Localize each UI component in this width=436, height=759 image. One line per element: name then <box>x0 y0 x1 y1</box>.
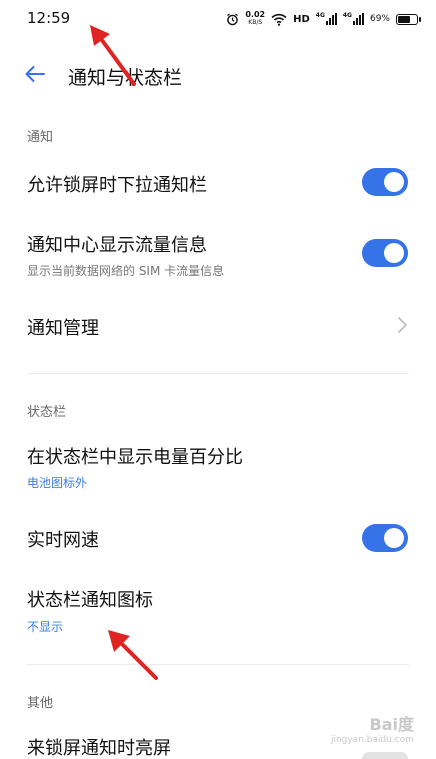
chevron-right-icon <box>398 317 407 333</box>
net-speed-value: 0.02 <box>245 10 266 19</box>
status-icons: 0.02 KB/S HD 4G 4G 69% <box>226 9 421 29</box>
battery-percent: 69% <box>369 14 390 24</box>
section-label-notifications: 通知 <box>27 130 54 145</box>
wifi-icon <box>271 13 287 26</box>
row-title: 通知管理 <box>27 318 99 339</box>
watermark: Bai度 jingyan.baidu.com <box>331 711 414 745</box>
watermark-logo: Bai度 <box>369 715 414 734</box>
battery-fill <box>398 15 410 23</box>
title-bar: 通知与状态栏 <box>0 52 436 96</box>
row-title: 在状态栏中显示电量百分比 <box>27 447 243 468</box>
row-title: 允许锁屏时下拉通知栏 <box>27 175 207 196</box>
net-speed-indicator: 0.02 KB/S <box>245 11 265 27</box>
back-button[interactable] <box>22 62 48 86</box>
battery-icon <box>396 13 421 25</box>
row-title: 实时网速 <box>27 530 99 551</box>
section-label-other: 其他 <box>27 696 54 711</box>
signal-bars-1-icon <box>325 13 337 25</box>
signal-2-label: 4G <box>342 12 352 19</box>
status-bar: 12:59 0.02 KB/S HD 4G 4G 69% <box>0 0 436 40</box>
toggle-knob <box>384 243 404 263</box>
toggle-knob <box>384 528 404 548</box>
toggle-knob <box>384 172 404 192</box>
toggle-wake-on-notification[interactable] <box>362 752 408 759</box>
signal-2: 4G <box>343 13 364 25</box>
row-title: 状态栏通知图标 <box>27 590 153 611</box>
row-title: 来锁屏通知时亮屏 <box>27 738 171 759</box>
status-time: 12:59 <box>27 9 71 27</box>
row-title: 通知中心显示流量信息 <box>27 235 207 256</box>
annotation-arrow-icon <box>108 630 158 680</box>
back-arrow-icon <box>25 66 45 82</box>
alarm-icon <box>227 12 239 25</box>
signal-bars-2-icon <box>352 13 364 25</box>
annotation-arrow-icon <box>90 25 136 86</box>
signal-1-label: 4G <box>315 12 325 19</box>
divider <box>27 664 409 665</box>
toggle-realtime-speed[interactable] <box>362 524 408 552</box>
toggle-lockscreen-pulldown[interactable] <box>362 168 408 196</box>
section-label-status-bar: 状态栏 <box>27 405 67 420</box>
hd-badge: HD <box>293 13 310 25</box>
row-value: 不显示 <box>27 620 64 634</box>
row-value: 电池图标外 <box>27 476 88 490</box>
row-subtitle: 显示当前数据网络的 SIM 卡流量信息 <box>27 264 225 278</box>
divider <box>27 373 409 374</box>
net-speed-unit: KB/S <box>248 19 263 26</box>
watermark-url: jingyan.baidu.com <box>330 735 414 745</box>
toggle-traffic-info[interactable] <box>362 239 408 267</box>
signal-1: 4G <box>316 13 337 25</box>
